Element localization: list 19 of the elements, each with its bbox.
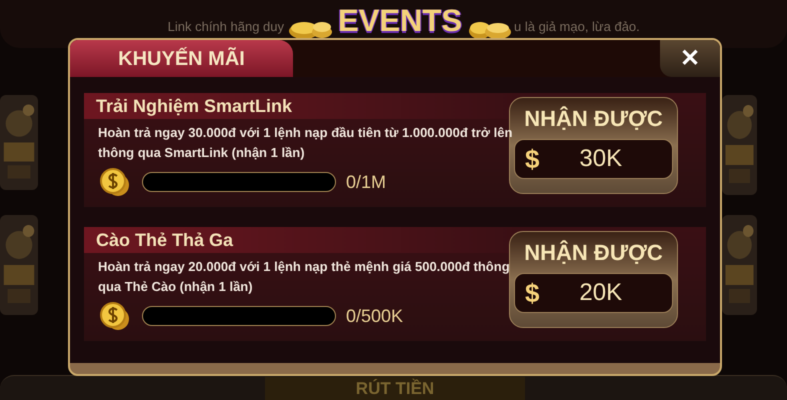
currency-symbol: $	[525, 142, 540, 176]
promotions-tab[interactable]: KHUYẾN MÃI	[70, 40, 293, 77]
close-button[interactable]: ✕	[660, 40, 720, 77]
progress-text: 0/500K	[346, 304, 404, 328]
reward-label: NHẬN ĐƯỢC	[524, 105, 663, 133]
currency-symbol: $	[525, 276, 540, 310]
promotion-title: Cào Thẻ Thả Ga	[96, 228, 234, 252]
events-title: EVENTS	[336, 2, 464, 40]
promotion-description: Hoàn trả ngay 20.000đ với 1 lệnh nạp thẻ mệnh giá 500.000đ thông qua Thẻ Cào (nhận 1 lần)	[97, 258, 511, 296]
reward-label: NHẬN ĐƯỢC	[524, 239, 663, 267]
coin-icon	[98, 301, 132, 331]
promotion-description: Hoàn trả ngay 30.000đ với 1 lệnh nạp đầu tiên từ 1.000.000đ trở lên thông qua SmartLink (nhận 1 lần)	[97, 124, 514, 162]
reward-amount: 20K	[578, 278, 624, 308]
progress-text: 0/1M	[346, 170, 386, 194]
reward-amount: 30K	[578, 144, 624, 174]
notice-text: Link chính hãng duy	[168, 18, 284, 36]
notice-text: u là giả mạo, lừa đảo.	[514, 18, 640, 36]
coin-icon	[98, 167, 132, 197]
promotion-title: Trải Nghiệm SmartLink	[96, 94, 292, 118]
